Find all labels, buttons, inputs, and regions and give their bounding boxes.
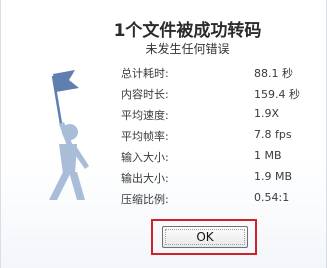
stat-row-content-duration: 内容时长: 159.4 秒 (121, 86, 321, 107)
stat-value: 88.1 秒 (254, 67, 293, 80)
stat-value: 159.4 秒 (254, 88, 300, 101)
stat-row-compression-ratio: 压缩比例: 0.54:1 (121, 191, 321, 212)
transcode-complete-dialog: 1个文件被成功转码 未发生任何错误 总计耗时: 88.1 秒 内容时长: 159… (0, 0, 327, 268)
dialog-subtitle: 未发生任何错误 (145, 42, 230, 56)
dialog-title: 1个文件被成功转码 (113, 21, 262, 41)
stat-row-output-size: 输出大小: 1.9 MB (121, 170, 321, 191)
stat-value: 1.9 MB (254, 170, 293, 183)
stat-row-total-time: 总计耗时: 88.1 秒 (121, 65, 321, 86)
stat-row-average-speed: 平均速度: 1.9X (121, 107, 321, 128)
transcode-stats: 总计耗时: 88.1 秒 内容时长: 159.4 秒 平均速度: 1.9X 平均… (121, 65, 321, 212)
stat-label: 内容时长: (121, 88, 169, 101)
ok-button-label: OK (196, 230, 214, 244)
stat-label: 总计耗时: (121, 67, 169, 80)
stat-value: 0.54:1 (254, 191, 290, 204)
stat-value: 7.8 fps (254, 128, 292, 141)
stat-row-average-framerate: 平均帧率: 7.8 fps (121, 128, 321, 149)
stat-label: 输入大小: (121, 151, 169, 164)
ok-button[interactable]: OK (162, 226, 248, 248)
stat-label: 输出大小: (121, 172, 169, 185)
stat-row-input-size: 输入大小: 1 MB (121, 149, 321, 170)
person-with-flag-icon (23, 62, 103, 202)
stat-label: 平均帧率: (121, 130, 169, 143)
stat-value: 1 MB (254, 149, 282, 162)
stat-label: 平均速度: (121, 109, 169, 122)
stat-label: 压缩比例: (121, 193, 169, 206)
stat-value: 1.9X (254, 107, 280, 120)
